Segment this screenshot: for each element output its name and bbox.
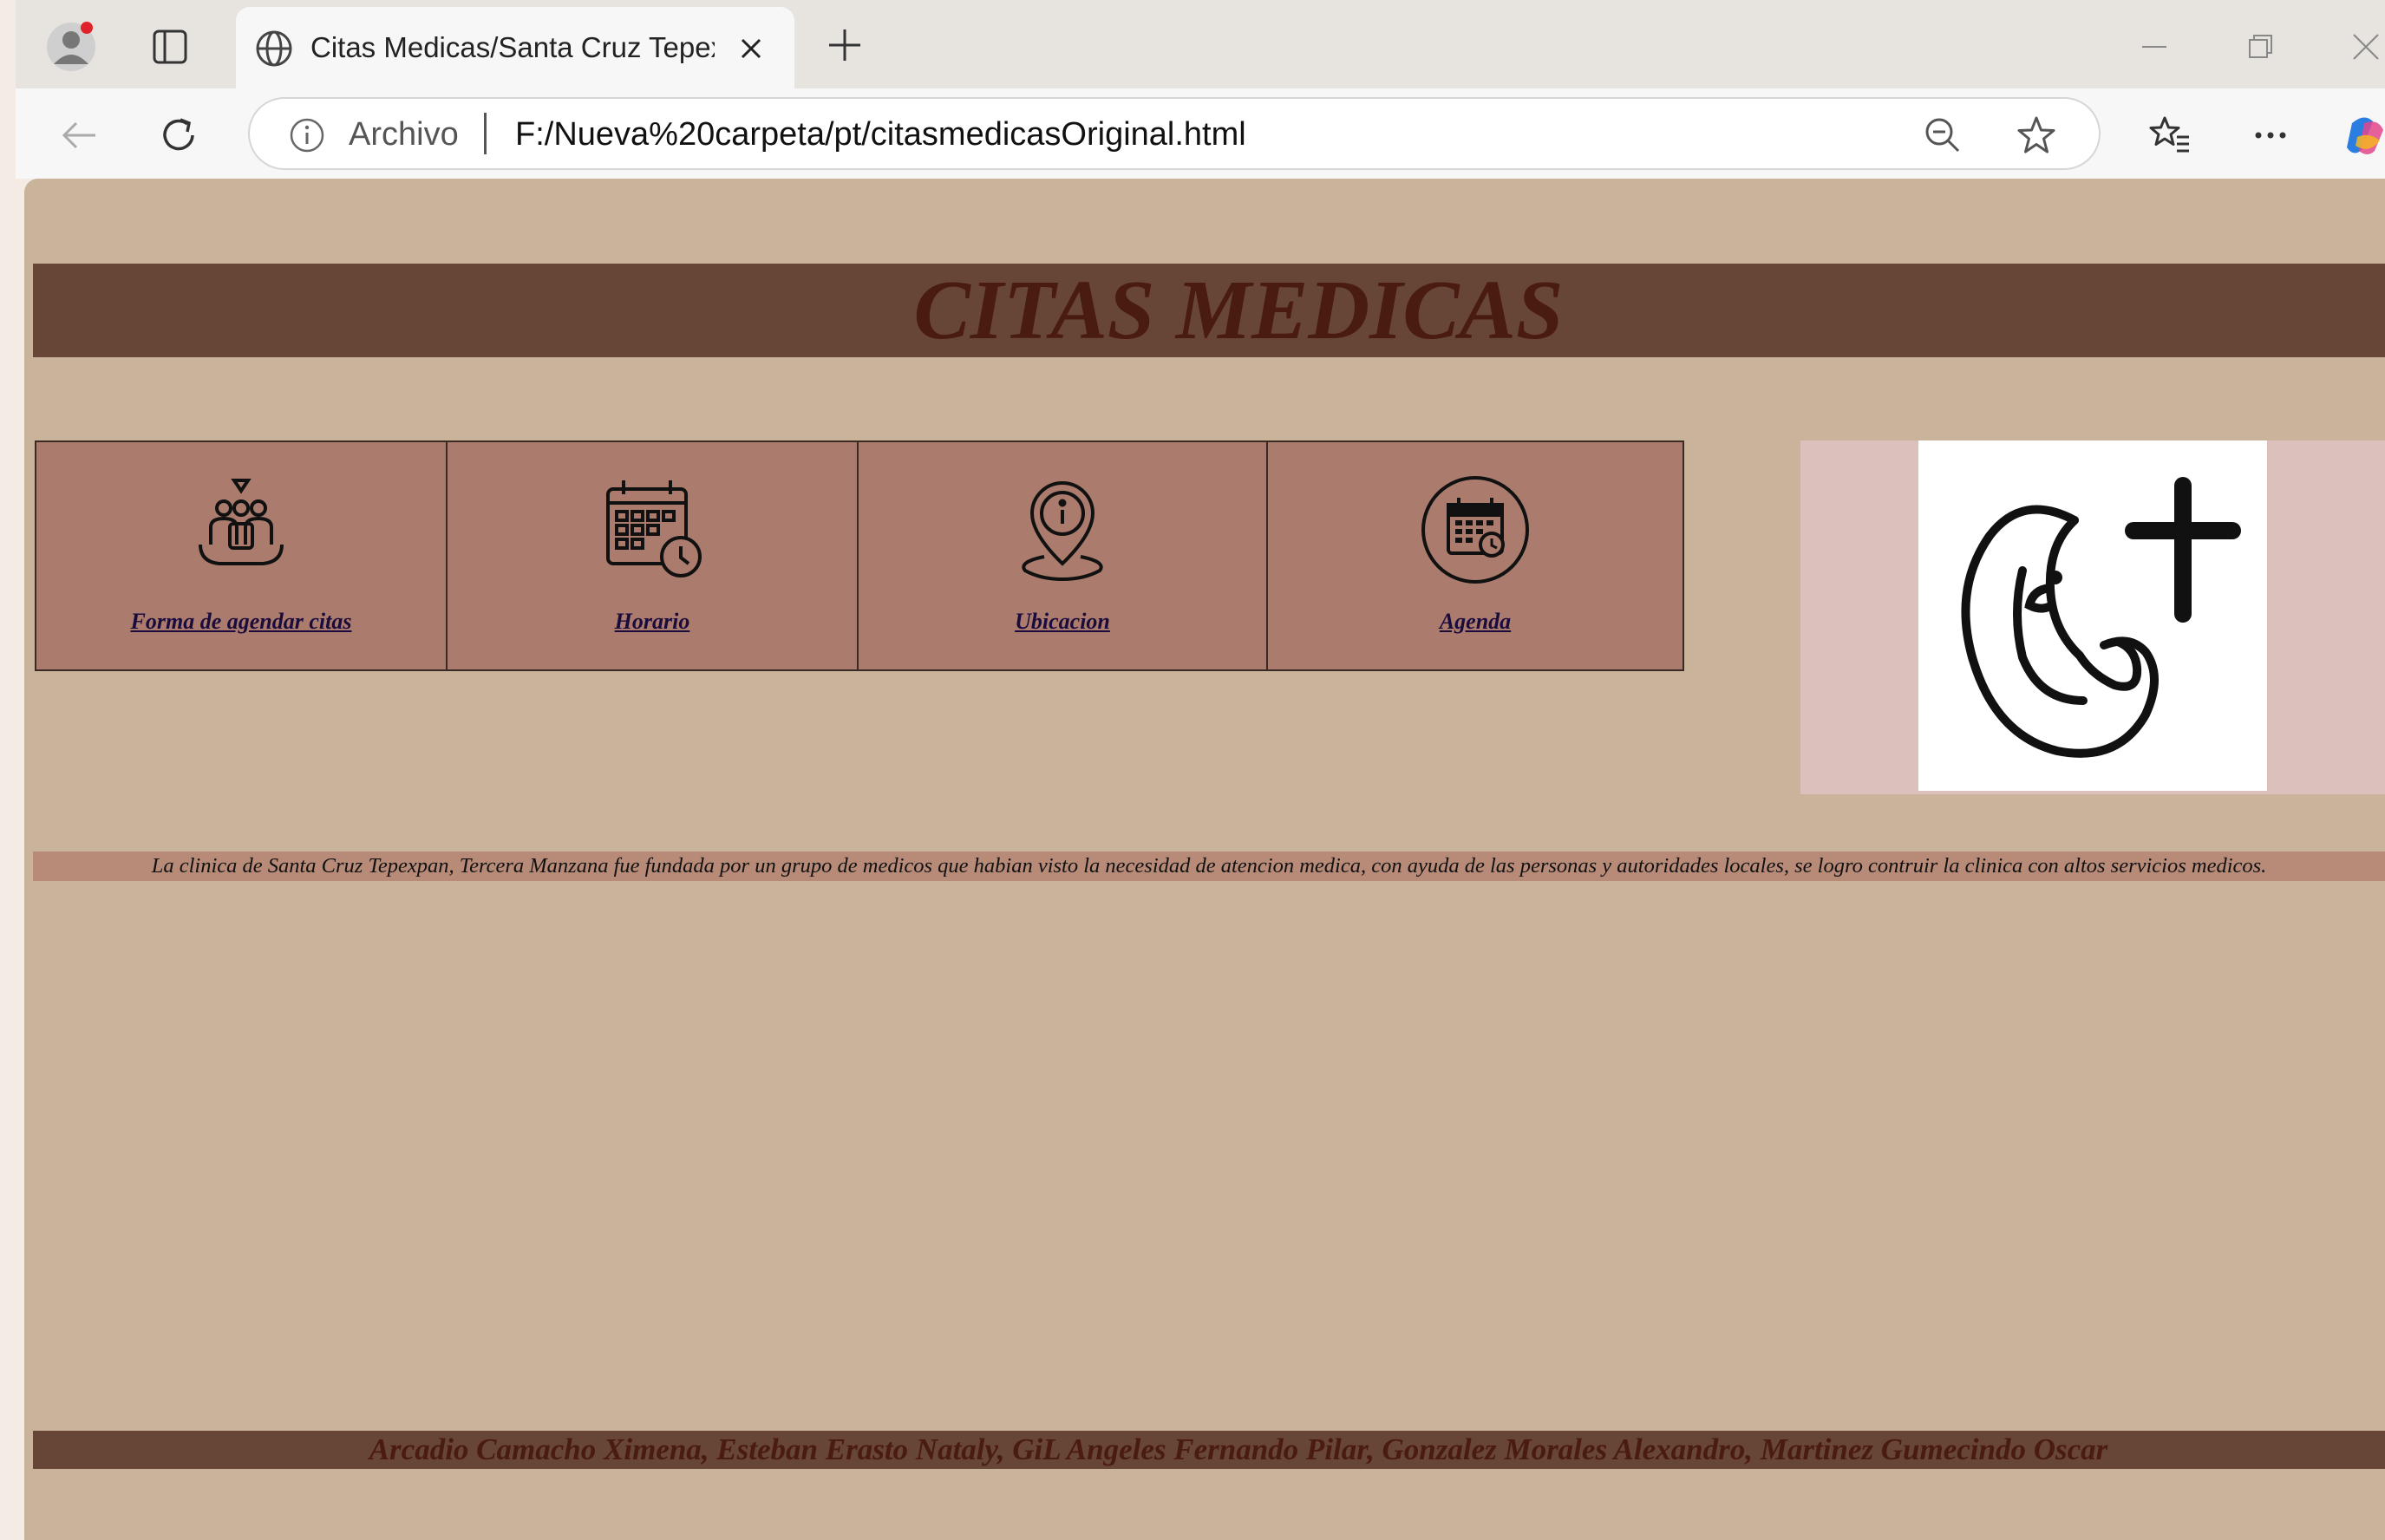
menu-link-horario[interactable]: Horario (448, 609, 857, 635)
menu-item-horario[interactable]: Horario (448, 442, 859, 669)
menu-item-forma[interactable]: Forma de agendar citas (36, 442, 448, 669)
location-pin-icon (1006, 473, 1119, 586)
group-people-icon (185, 473, 297, 586)
reload-icon[interactable] (154, 111, 203, 160)
menu-item-ubicacion[interactable]: Ubicacion (859, 442, 1268, 669)
browser-tab-active[interactable]: Citas Medicas/Santa Cruz Tepexpan (236, 7, 794, 88)
address-separator (484, 113, 487, 154)
copilot-icon[interactable] (2343, 111, 2385, 160)
tab-title: Citas Medicas/Santa Cruz Tepexpan (310, 31, 715, 63)
tab-actions-icon[interactable] (142, 19, 198, 75)
page-title: CITAS MEDICAS (913, 264, 1564, 357)
address-bar[interactable]: Archivo F:/Nueva%20carpeta/pt/citasmedic… (248, 97, 2101, 170)
close-icon[interactable] (732, 29, 770, 68)
agenda-calendar-icon (1419, 473, 1532, 586)
mother-child-cross-logo (1918, 440, 2267, 791)
star-icon[interactable] (2014, 113, 2059, 158)
more-icon[interactable] (2246, 111, 2295, 160)
back-icon[interactable] (56, 111, 104, 160)
browser-toolbar: Archivo F:/Nueva%20carpeta/pt/citasmedic… (16, 88, 2385, 179)
clinic-description: La clinica de Santa Cruz Tepexpan, Terce… (151, 854, 2267, 878)
menu-item-agenda[interactable]: Agenda (1268, 442, 1683, 669)
footer-authors: Arcadio Camacho Ximena, Esteban Erasto N… (369, 1432, 2108, 1466)
globe-icon (253, 28, 295, 69)
profile-icon[interactable] (43, 19, 99, 75)
info-icon[interactable] (288, 116, 326, 154)
address-url[interactable]: F:/Nueva%20carpeta/pt/citasmedicasOrigin… (515, 116, 1246, 153)
plus-icon[interactable] (822, 23, 867, 68)
minimize-icon[interactable] (2128, 21, 2180, 73)
browser-tab-bar: Citas Medicas/Santa Cruz Tepexpan (16, 0, 2385, 88)
calendar-clock-icon (596, 473, 709, 586)
menu-table: Forma de agendar citas Horario Ubicacion… (35, 440, 1684, 671)
close-window-icon[interactable] (2340, 21, 2385, 73)
menu-link-forma[interactable]: Forma de agendar citas (36, 609, 446, 635)
page-viewport: CITAS MEDICAS Forma de agendar citas Hor… (24, 179, 2385, 1540)
address-scheme: Archivo (349, 116, 459, 153)
menu-link-ubicacion[interactable]: Ubicacion (859, 609, 1266, 635)
menu-link-agenda[interactable]: Agenda (1268, 609, 1683, 635)
zoom-out-icon[interactable] (1922, 114, 1964, 156)
favorites-icon[interactable] (2146, 111, 2194, 160)
restore-icon[interactable] (2234, 21, 2286, 73)
